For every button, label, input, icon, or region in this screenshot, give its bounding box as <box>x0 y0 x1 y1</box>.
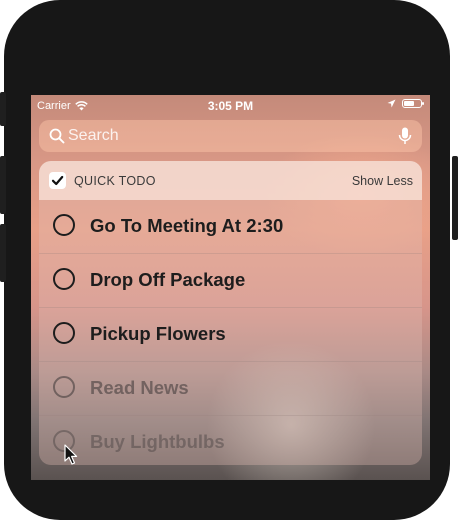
todo-checkbox[interactable] <box>53 376 75 398</box>
widget-header: QUICK TODO Show Less <box>39 161 422 200</box>
todo-label: Read News <box>90 377 189 398</box>
status-time: 3:05 PM <box>207 99 254 113</box>
todo-checkbox[interactable] <box>53 322 75 344</box>
todo-label: Buy Lightbulbs <box>90 431 225 452</box>
todo-checkbox[interactable] <box>53 268 75 290</box>
widget-title: QUICK TODO <box>74 174 156 188</box>
battery-icon <box>402 99 424 108</box>
todo-item[interactable]: Read News <box>39 362 422 416</box>
app-icon <box>49 172 66 189</box>
quick-todo-widget: QUICK TODO Show Less Go To Meeting At 2:… <box>39 161 422 465</box>
todo-item[interactable]: Drop Off Package <box>39 254 422 308</box>
silent-switch <box>0 92 6 126</box>
todo-list: Go To Meeting At 2:30 Drop Off Package P… <box>39 200 422 465</box>
status-icons <box>387 99 424 108</box>
todo-item[interactable]: Pickup Flowers <box>39 308 422 362</box>
todo-label: Go To Meeting At 2:30 <box>90 215 284 236</box>
search-input[interactable] <box>68 126 388 146</box>
phone-screen: Carrier 3:05 PM Search QUICK TODO Show L… <box>31 95 430 480</box>
search-bar[interactable] <box>39 120 422 152</box>
status-bar: Carrier 3:05 PM <box>31 95 430 117</box>
mouse-cursor-icon <box>64 444 78 465</box>
todo-label: Drop Off Package <box>90 269 246 290</box>
power-button <box>452 156 458 240</box>
todo-label: Pickup Flowers <box>90 323 226 344</box>
volume-up-button <box>0 156 6 214</box>
todo-item[interactable]: Buy Lightbulbs <box>39 416 422 465</box>
volume-down-button <box>0 224 6 282</box>
checkmark-icon <box>51 175 64 186</box>
show-less-button[interactable]: Show Less <box>352 174 413 188</box>
microphone-icon[interactable] <box>398 127 412 145</box>
location-icon <box>387 99 396 108</box>
battery-level <box>404 101 414 106</box>
todo-checkbox[interactable] <box>53 214 75 236</box>
todo-item[interactable]: Go To Meeting At 2:30 <box>39 200 422 254</box>
search-icon <box>49 128 65 144</box>
